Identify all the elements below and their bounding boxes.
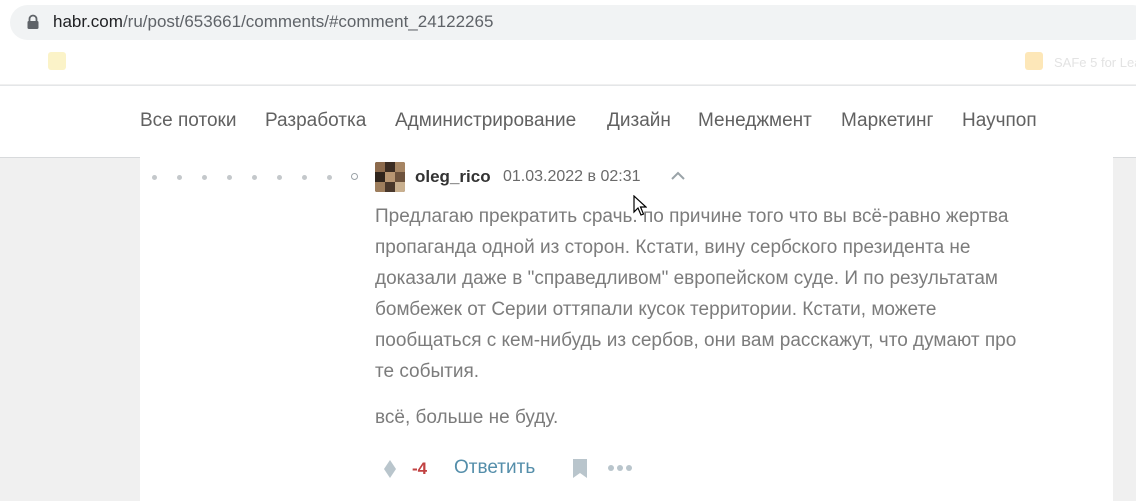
- thread-level-dot[interactable]: [252, 175, 257, 180]
- comment-line: доказали даже в "справедливом" европейск…: [375, 268, 998, 289]
- bookmarks-bar: SAFe 5 for Lean: [0, 44, 1136, 84]
- thread-level-dot[interactable]: [202, 175, 207, 180]
- thread-level-dot[interactable]: [177, 175, 182, 180]
- comment-line: пропаганда одной из сторон. Кстати, вину…: [375, 237, 971, 258]
- bookmark-favicon-icon[interactable]: [1025, 52, 1043, 70]
- author-avatar[interactable]: [375, 162, 405, 192]
- nav-item-design[interactable]: Дизайн: [607, 110, 671, 132]
- url-host: habr.com: [53, 12, 123, 31]
- thread-level-dot[interactable]: [327, 175, 332, 180]
- nav-item-popular-science[interactable]: Научпоп: [962, 110, 1037, 132]
- url-path: /ru/post/653661/comments/#comment_241222…: [122, 12, 494, 31]
- thread-level-dot[interactable]: [277, 175, 282, 180]
- comment-line: бомбежек от Серии оттяпали кусок террито…: [375, 299, 937, 320]
- bookmark-favicon-icon[interactable]: [48, 52, 66, 70]
- bookmark-safe[interactable]: SAFe 5 for Lean: [1054, 55, 1136, 70]
- more-options-icon[interactable]: [607, 464, 633, 472]
- nav-item-management[interactable]: Менеджмент: [698, 110, 812, 132]
- bookmark-icon[interactable]: [572, 458, 588, 479]
- comment-score: -4: [412, 459, 428, 478]
- lock-icon[interactable]: [26, 14, 40, 30]
- thread-level-dot[interactable]: [152, 175, 157, 180]
- comment-body: Предлагаю прекратить срачь. по причине т…: [375, 201, 1100, 387]
- hub-navigation: Все потоки Разработка Администрирование …: [0, 85, 1136, 158]
- comment-author[interactable]: oleg_rico: [415, 167, 491, 187]
- thread-level-dot[interactable]: [302, 175, 307, 180]
- vote-icon[interactable]: [383, 459, 397, 479]
- thread-current-level-dot[interactable]: [351, 173, 358, 180]
- comment-line: те события.: [375, 361, 480, 382]
- chevron-up-icon[interactable]: [670, 170, 686, 182]
- nav-item-development[interactable]: Разработка: [265, 110, 366, 132]
- address-url[interactable]: habr.com/ru/post/653661/comments/#commen…: [53, 12, 493, 32]
- thread-level-dot[interactable]: [227, 175, 232, 180]
- comment-line: Предлагаю прекратить срачь. по причине т…: [375, 206, 1009, 227]
- browser-toolbar: habr.com/ru/post/653661/comments/#commen…: [0, 0, 1136, 44]
- nav-item-administration[interactable]: Администрирование: [395, 110, 576, 132]
- comment-paragraph: всё, больше не буду.: [375, 407, 559, 428]
- nav-item-marketing[interactable]: Маркетинг: [841, 110, 933, 132]
- reply-button[interactable]: Ответить: [454, 457, 535, 479]
- comment-date[interactable]: 01.03.2022 в 02:31: [503, 168, 641, 186]
- comment-line: пообщаться с кем-нибудь из сербов, они в…: [375, 330, 1017, 351]
- nav-item-all-flows[interactable]: Все потоки: [140, 110, 236, 132]
